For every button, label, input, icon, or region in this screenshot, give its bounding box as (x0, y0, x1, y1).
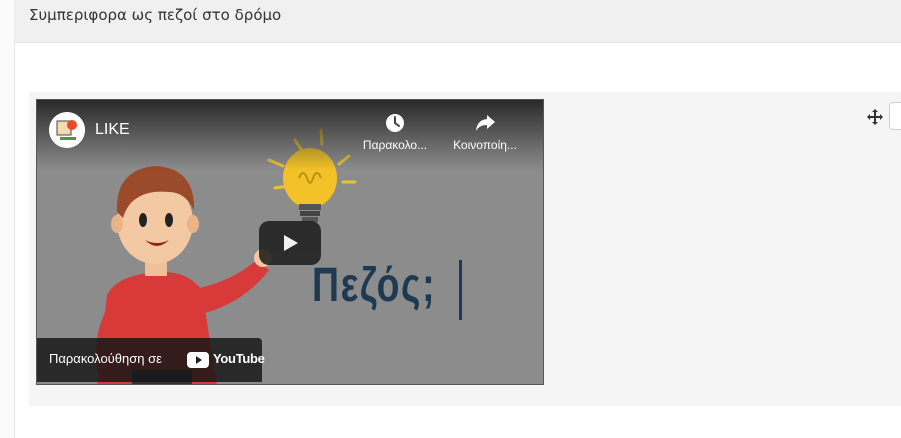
side-toggle-button[interactable] (889, 102, 901, 130)
watch-later-button[interactable]: Παρακολο... (355, 112, 435, 152)
page-title: Συμπεριφορα ως πεζοί στο δρόμο (29, 6, 282, 24)
share-label: Κοινοποίη... (453, 138, 517, 152)
section-header: Συμπεριφορα ως πεζοί στο δρόμο (15, 0, 901, 43)
watch-on-label: Παρακολούθηση σε (49, 351, 162, 366)
thumbnail-title-text: Πεζός; (312, 259, 437, 312)
share-icon (476, 115, 495, 131)
channel-name[interactable]: LIKE (95, 121, 130, 139)
share-button[interactable]: Κοινοποίη... (445, 112, 525, 152)
watch-on-youtube-button[interactable]: Παρακολούθηση σε YouTube (37, 338, 265, 382)
youtube-video-embed[interactable]: LIKE Παρακολο... Κοινοποίη... Πεζός; Παρ… (36, 99, 544, 385)
channel-avatar[interactable] (49, 112, 85, 148)
move-icon[interactable] (866, 108, 884, 126)
text-cursor (459, 260, 462, 320)
youtube-play-badge (187, 352, 209, 368)
watch-later-label: Παρακολο... (362, 138, 428, 152)
clock-icon (386, 114, 404, 132)
youtube-wordmark: YouTube (213, 351, 265, 366)
